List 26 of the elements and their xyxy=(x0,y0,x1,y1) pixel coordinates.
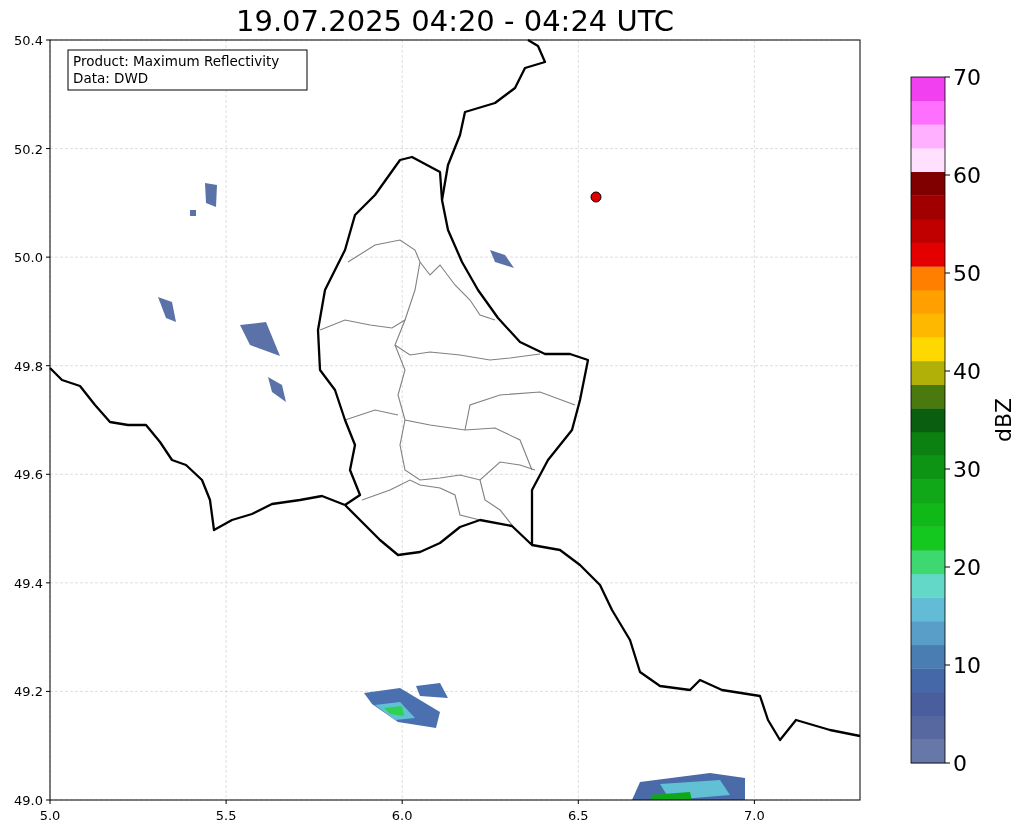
location-marker xyxy=(590,191,602,203)
y-tick-label: 49.8 xyxy=(14,358,43,374)
x-tick-label: 6.0 xyxy=(391,808,413,823)
colorbar-tick-label: 70 xyxy=(953,65,981,90)
y-tick-label: 49.4 xyxy=(14,575,43,591)
colorbar-tick-label: 40 xyxy=(953,359,981,384)
x-tick-label: 5.5 xyxy=(215,808,237,823)
x-tick-label: 7.0 xyxy=(744,808,765,823)
colorbar-tick-label: 20 xyxy=(953,555,981,580)
plot-title: 19.07.2025 04:20 - 04:24 UTC xyxy=(236,4,674,38)
y-tick-label: 50.0 xyxy=(14,250,43,266)
colorbar-tick-label: 10 xyxy=(953,653,981,678)
y-tick-label: 50.2 xyxy=(14,141,43,157)
y-tick-label: 49.2 xyxy=(14,684,43,700)
y-tick-label: 50.4 xyxy=(14,33,43,48)
y-tick-label: 49.6 xyxy=(14,467,43,483)
y-tick-label: 49.0 xyxy=(14,793,43,808)
colorbar-tick-label: 60 xyxy=(953,163,981,188)
info-text: Data: DWD xyxy=(73,70,149,86)
x-tick-label: 6.5 xyxy=(567,808,589,823)
colorbar-label: dBZ xyxy=(991,397,1016,443)
info-text: Product: Maximum Reflectivity xyxy=(73,53,280,69)
colorbar-tick-label: 30 xyxy=(953,457,981,482)
colorbar-tick-label: 0 xyxy=(953,751,967,776)
colorbar-tick-label: 50 xyxy=(953,261,981,286)
x-tick-label: 5.0 xyxy=(39,808,61,823)
